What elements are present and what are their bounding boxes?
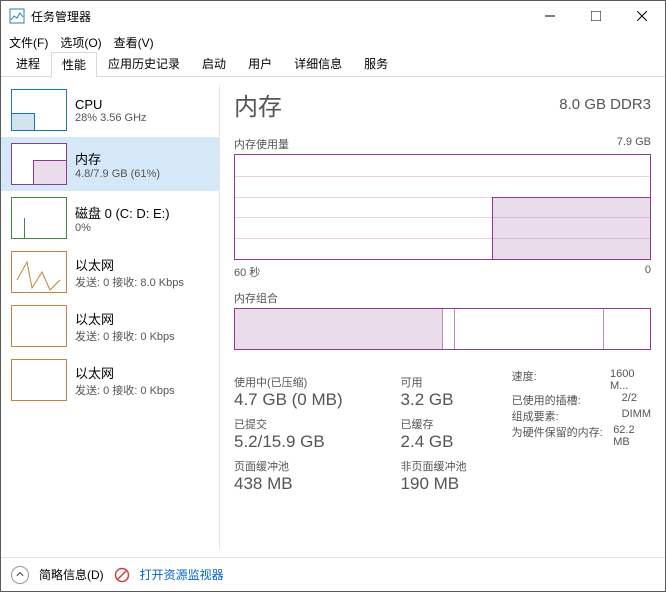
sidebar-item-label: 磁盘 0 (C: D: E:) [75,203,170,222]
usage-graph[interactable] [234,154,651,260]
ethernet-thumb [11,305,67,347]
sidebar-item-sub: 28% 3.56 GHz [75,112,147,124]
sidebar-item-sub: 0% [75,222,170,234]
composition-label: 内存组合 [234,290,278,306]
tab-performance[interactable]: 性能 [51,52,97,77]
menubar: 文件(F) 选项(O) 查看(V) [1,31,665,53]
reserved-key: 为硬件保留的内存: [512,424,614,448]
usage-label: 内存使用量 [234,136,289,152]
menu-view[interactable]: 查看(V) [114,34,154,51]
sidebar-item-label: 以太网 [75,255,184,274]
axis-left: 60 秒 [234,264,260,280]
paged-value: 438 MB [234,474,373,494]
tab-services[interactable]: 服务 [353,51,399,76]
taskmgr-icon [9,8,25,24]
slots-value: 2/2 [622,392,637,408]
footer: 简略信息(D) 打开资源监视器 [1,557,665,591]
sidebar-item-sub: 发送: 0 接收: 0 Kbps [75,382,175,398]
speed-key: 速度: [512,368,610,392]
in-use-value: 4.7 GB (0 MB) [234,390,373,410]
sidebar-item-sub: 发送: 0 接收: 8.0 Kbps [75,274,184,290]
reserved-value: 62.2 MB [613,424,651,448]
tabbar: 进程 性能 应用历史记录 启动 用户 详细信息 服务 [1,53,665,77]
composition-graph[interactable] [234,308,651,350]
tab-processes[interactable]: 进程 [5,51,51,76]
fewer-details-icon[interactable] [11,566,29,584]
available-label: 可用 [401,374,484,390]
minimize-button[interactable] [527,1,573,31]
page-title: 内存 [234,87,282,122]
committed-label: 已提交 [234,416,373,432]
nonpaged-label: 非页面缓冲池 [401,458,484,474]
sidebar-item-label: 内存 [75,149,160,168]
sidebar-item-label: 以太网 [75,309,175,328]
sidebar-item-sub: 发送: 0 接收: 0 Kbps [75,328,175,344]
sidebar-item-disk[interactable]: 磁盘 0 (C: D: E:) 0% [1,191,219,245]
nonpaged-value: 190 MB [401,474,484,494]
sidebar-item-label: 以太网 [75,363,175,382]
slots-key: 已使用的插槽: [512,392,622,408]
ethernet-thumb [11,359,67,401]
maximize-button[interactable] [573,1,619,31]
sidebar-item-cpu[interactable]: CPU 28% 3.56 GHz [1,83,219,137]
titlebar: 任务管理器 [1,1,665,31]
axis-right: 0 [645,264,651,280]
speed-value: 1600 M... [610,368,651,392]
disk-thumb [11,197,67,239]
sidebar-item-ethernet-2[interactable]: 以太网 发送: 0 接收: 0 Kbps [1,299,219,353]
close-button[interactable] [619,1,665,31]
in-use-label: 使用中(已压缩) [234,374,373,390]
main-panel: 内存 8.0 GB DDR3 内存使用量 7.9 GB 60 秒 0 内存组合 … [220,77,665,557]
committed-value: 5.2/15.9 GB [234,432,373,452]
tab-startup[interactable]: 启动 [191,51,237,76]
cpu-thumb [11,89,67,131]
sidebar-item-memory[interactable]: 内存 4.8/7.9 GB (61%) [1,137,219,191]
available-value: 3.2 GB [401,390,484,410]
form-value: DIMM [622,408,651,424]
cached-label: 已缓存 [401,416,484,432]
cached-value: 2.4 GB [401,432,484,452]
ethernet-thumb [11,251,67,293]
fewer-details-button[interactable]: 简略信息(D) [39,566,104,583]
tab-details[interactable]: 详细信息 [283,51,353,76]
menu-file[interactable]: 文件(F) [9,34,48,51]
paged-label: 页面缓冲池 [234,458,373,474]
sidebar-item-ethernet-1[interactable]: 以太网 发送: 0 接收: 8.0 Kbps [1,245,219,299]
sidebar: CPU 28% 3.56 GHz 内存 4.8/7.9 GB (61%) 磁盘 … [1,77,219,557]
tab-users[interactable]: 用户 [237,51,283,76]
sidebar-item-ethernet-3[interactable]: 以太网 发送: 0 接收: 0 Kbps [1,353,219,407]
window-title: 任务管理器 [31,8,91,25]
resmon-icon [114,567,130,583]
memory-thumb [11,143,67,185]
sidebar-item-sub: 4.8/7.9 GB (61%) [75,168,160,180]
menu-options[interactable]: 选项(O) [60,34,101,51]
tab-app-history[interactable]: 应用历史记录 [97,51,191,76]
form-key: 组成要素: [512,408,622,424]
sidebar-item-label: CPU [75,97,147,112]
open-resmon-link[interactable]: 打开资源监视器 [140,566,224,583]
memory-total: 8.0 GB DDR3 [559,96,651,113]
content: CPU 28% 3.56 GHz 内存 4.8/7.9 GB (61%) 磁盘 … [1,77,665,557]
usage-max: 7.9 GB [617,136,651,152]
